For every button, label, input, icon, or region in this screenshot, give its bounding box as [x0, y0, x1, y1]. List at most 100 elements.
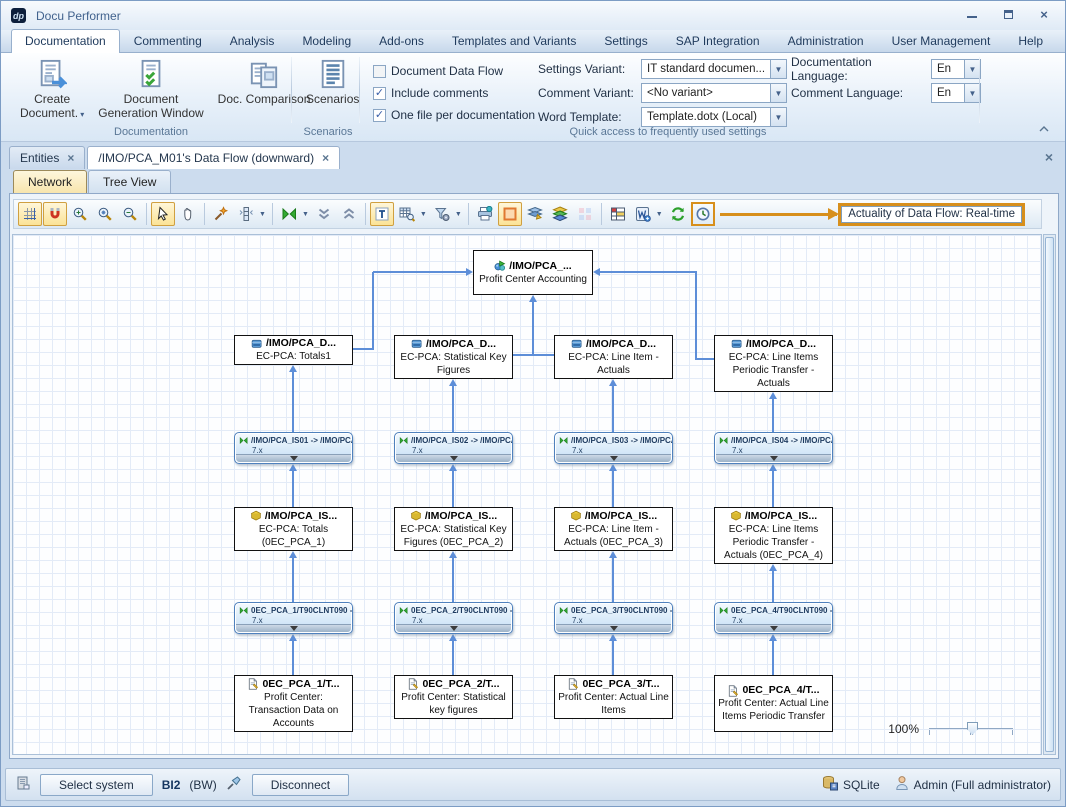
tab-close-icon[interactable]: × [67, 151, 74, 165]
view-tab-tree-view[interactable]: Tree View [88, 170, 171, 193]
diagram-node-s1[interactable]: /IMO/PCA_IS...EC-PCA: Totals (0EC_PCA_1) [234, 507, 353, 551]
toolbar-text-icon[interactable] [370, 202, 394, 226]
transformation-collapse-band[interactable] [716, 454, 831, 462]
toolbar-word-export-icon[interactable] [631, 202, 655, 226]
toolbar-pan-hand-icon[interactable] [176, 202, 200, 226]
diagram-node-t4[interactable]: /IMO/PCA_IS04 -> /IMO/PCA...7.x [714, 432, 833, 464]
diagram-node-t3[interactable]: /IMO/PCA_IS03 -> /IMO/PCA...7.x [554, 432, 673, 464]
vertical-scrollbar[interactable] [1043, 234, 1056, 755]
select-box[interactable]: Template.dotx (Local)▼ [641, 107, 787, 127]
checkbox-include-comments[interactable]: ✓Include comments [373, 82, 535, 104]
dropdown-arrow-icon[interactable]: ▼ [656, 211, 663, 218]
ribbon-tab-modeling[interactable]: Modeling [288, 29, 365, 52]
ribbon-tab-documentation[interactable]: Documentation [11, 29, 120, 53]
transformation-collapse-band[interactable] [236, 454, 351, 462]
toolbar-refresh-icon[interactable] [666, 202, 690, 226]
dropdown-arrow-icon[interactable]: ▼ [302, 211, 309, 218]
ribbon-tab-analysis[interactable]: Analysis [216, 29, 289, 52]
diagram-node-d2[interactable]: /IMO/PCA_D...EC-PCA: Statistical Key Fig… [394, 335, 513, 379]
toolbar-magnet-icon[interactable] [43, 202, 67, 226]
close-document-icon[interactable]: × [1045, 149, 1053, 165]
toolbar-zoom-fit-icon[interactable] [93, 202, 117, 226]
restore-button[interactable] [1001, 7, 1015, 21]
dropdown-arrow-icon[interactable]: ▼ [259, 211, 266, 218]
diagram-node-s3[interactable]: /IMO/PCA_IS...EC-PCA: Line Item - Actual… [554, 507, 673, 551]
toolbar-expand-all-icon[interactable] [312, 202, 336, 226]
checkbox-one-file-per-documentation[interactable]: ✓One file per documentation [373, 104, 535, 126]
ribbon-tab-commenting[interactable]: Commenting [120, 29, 216, 52]
select-system-button[interactable]: Select system [40, 774, 153, 796]
toolbar-actuality-clock-icon[interactable] [691, 202, 715, 226]
diagram-node-d4[interactable]: /IMO/PCA_D...EC-PCA: Line Items Periodic… [714, 335, 833, 392]
toolbar-layers-edit-icon[interactable] [523, 202, 547, 226]
diagram-node-d3[interactable]: /IMO/PCA_D...EC-PCA: Line Item - Actuals [554, 335, 673, 379]
diagram-node-ds4[interactable]: 0EC_PCA_4/T...Profit Center: Actual Line… [714, 675, 833, 732]
diagram-node-ds2[interactable]: 0EC_PCA_2/T...Profit Center: Statistical… [394, 675, 513, 719]
diagram-node-u2[interactable]: 0EC_PCA_2/T90CLNT090 -> /I...7.x [394, 602, 513, 634]
toolbar-layers-color-icon[interactable] [548, 202, 572, 226]
toolbar-print-icon[interactable] [473, 202, 497, 226]
zoom-slider[interactable] [929, 722, 1013, 736]
ribbon-button-document-generation-window[interactable]: DocumentGeneration Window [91, 56, 210, 123]
ribbon-tab-settings[interactable]: Settings [590, 29, 661, 52]
diagram-node-u4[interactable]: 0EC_PCA_4/T90CLNT090 -> /I...7.x [714, 602, 833, 634]
toolbar-collapse-all-icon[interactable] [337, 202, 361, 226]
transformation-collapse-band[interactable] [236, 624, 351, 632]
toolbar-frame-color-icon[interactable] [498, 202, 522, 226]
toolbar-pixel-grid-icon[interactable] [573, 202, 597, 226]
ribbon-tab-sap-integration[interactable]: SAP Integration [662, 29, 774, 52]
ribbon-tab-templates-and-variants[interactable]: Templates and Variants [438, 29, 591, 52]
dropdown-arrow-icon[interactable]: ▼ [420, 211, 427, 218]
chevron-down-icon[interactable]: ▼ [770, 60, 786, 78]
diagram-node-t1[interactable]: /IMO/PCA_IS01 -> /IMO/PCA...7.x [234, 432, 353, 464]
transformation-collapse-band[interactable] [396, 624, 511, 632]
toolbar-filter-icon[interactable] [430, 202, 454, 226]
transformation-collapse-band[interactable] [716, 624, 831, 632]
ribbon-tab-help[interactable]: Help [1004, 29, 1057, 52]
database-label[interactable]: SQLite [843, 778, 880, 792]
toolbar-pointer-icon[interactable] [151, 202, 175, 226]
diagram-node-ds3[interactable]: 0EC_PCA_3/T...Profit Center: Actual Line… [554, 675, 673, 719]
diagram-canvas[interactable]: 100% /IMO/PCA_...Profit Center Accountin… [12, 234, 1042, 755]
diagram-node-u3[interactable]: 0EC_PCA_3/T90CLNT090 -> /I...7.x [554, 602, 673, 634]
tab-close-icon[interactable]: × [322, 151, 329, 165]
select-box[interactable]: <No variant>▼ [641, 83, 787, 103]
diagram-node-t2[interactable]: /IMO/PCA_IS02 -> /IMO/PCA...7.x [394, 432, 513, 464]
diagram-node-u1[interactable]: 0EC_PCA_1/T90CLNT090 -> /I...7.x [234, 602, 353, 634]
toolbar-row-layout-icon[interactable] [234, 202, 258, 226]
transformation-collapse-band[interactable] [396, 454, 511, 462]
collapse-ribbon-chevron-icon[interactable] [1035, 121, 1053, 137]
chevron-down-icon[interactable]: ▼ [964, 84, 980, 102]
minimize-button[interactable] [965, 7, 979, 21]
diagram-node-ds1[interactable]: 0EC_PCA_1/T...Profit Center: Transaction… [234, 675, 353, 732]
transformation-collapse-band[interactable] [556, 624, 671, 632]
checkbox-box[interactable] [373, 65, 386, 78]
ribbon-tab-user-management[interactable]: User Management [878, 29, 1005, 52]
diagram-node-s2[interactable]: /IMO/PCA_IS...EC-PCA: Statistical Key Fi… [394, 507, 513, 551]
diagram-node-d1[interactable]: /IMO/PCA_D...EC-PCA: Totals1 [234, 335, 353, 365]
toolbar-zoom-out-icon[interactable] [118, 202, 142, 226]
toolbar-auto-layout-icon[interactable] [209, 202, 233, 226]
diagram-node-top[interactable]: /IMO/PCA_...Profit Center Accounting [473, 250, 593, 295]
toolbar-grid-view-icon[interactable] [606, 202, 630, 226]
checkbox-box[interactable]: ✓ [373, 87, 386, 100]
select-box[interactable]: IT standard documen...▼ [641, 59, 787, 79]
zoom-slider-thumb[interactable] [967, 722, 978, 735]
diagram-node-s4[interactable]: /IMO/PCA_IS...EC-PCA: Line Items Periodi… [714, 507, 833, 564]
select-box[interactable]: En▼ [931, 83, 981, 103]
transformation-collapse-band[interactable] [556, 454, 671, 462]
select-box[interactable]: En▼ [931, 59, 981, 79]
ribbon-button-create-document-[interactable]: CreateDocument. ▾ [13, 56, 91, 125]
checkbox-box[interactable]: ✓ [373, 109, 386, 122]
vertical-scrollbar-thumb[interactable] [1045, 237, 1054, 752]
user-label[interactable]: Admin (Full administrator) [914, 778, 1051, 792]
ribbon-tab-add-ons[interactable]: Add-ons [365, 29, 438, 52]
disconnect-button[interactable]: Disconnect [252, 774, 349, 796]
ribbon-button-scenarios[interactable]: Scenarios [299, 56, 366, 109]
toolbar-zoom-in-icon[interactable] [68, 202, 92, 226]
document-tab[interactable]: Entities× [9, 146, 85, 169]
toolbar-table-search-icon[interactable] [395, 202, 419, 226]
view-tab-network[interactable]: Network [13, 170, 87, 193]
dropdown-arrow-icon[interactable]: ▼ [455, 211, 462, 218]
ribbon-tab-administration[interactable]: Administration [774, 29, 878, 52]
